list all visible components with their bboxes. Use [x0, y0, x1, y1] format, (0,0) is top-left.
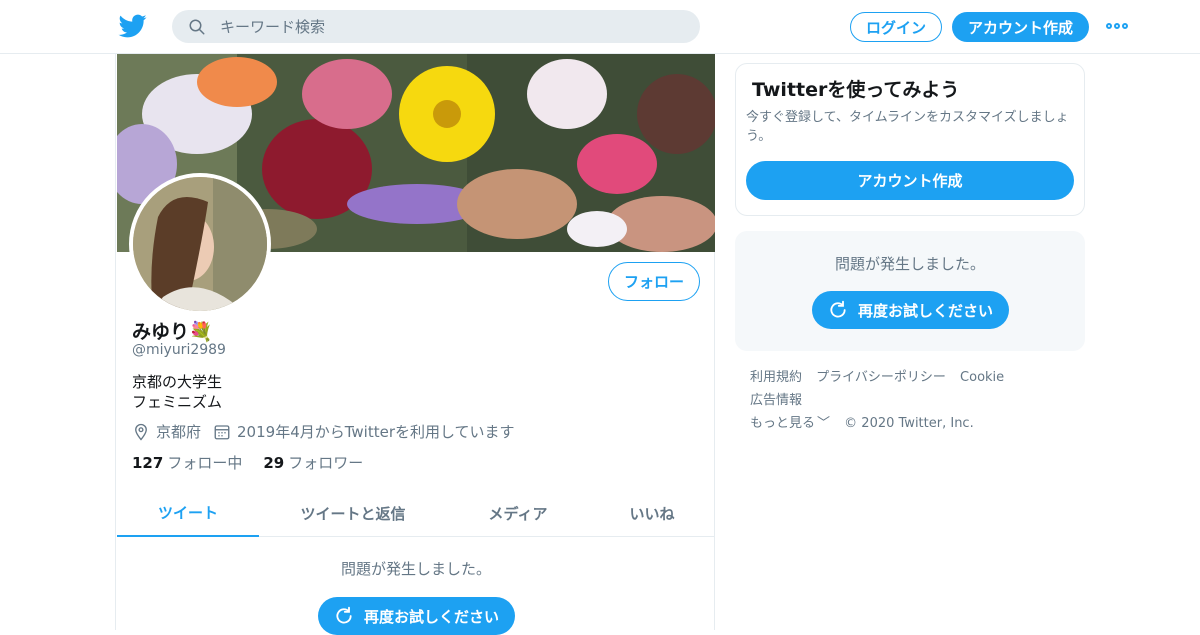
profile-follow-counts: 127 フォロー中 29 フォロワー [132, 452, 363, 473]
sidebar-footer: 利用規約 プライバシーポリシー Cookie 広告情報 もっと見る ﹀ © 202… [750, 366, 1080, 435]
bio-line: フェミニズム [132, 393, 223, 411]
follow-button[interactable]: フォロー [608, 262, 700, 301]
signup-card-title: Twitterを使ってみよう [752, 79, 960, 101]
sidebar-signup-button[interactable]: アカウント作成 [746, 161, 1074, 200]
search-input[interactable] [220, 17, 660, 36]
top-navigation-bar: ログイン アカウント作成 [0, 0, 1200, 54]
profile-bio: 京都の大学生 フェミニズム [132, 372, 222, 412]
location-pin-icon [135, 423, 147, 441]
signup-promo-card: Twitterを使ってみよう 今すぐ登録して、タイムラインをカスタマイズしましょ… [735, 63, 1085, 216]
profile-avatar[interactable] [129, 173, 271, 315]
profile-display-name: みゆり💐 [132, 321, 213, 343]
profile-meta: 京都府 2019年4月からTwitterを利用しています [132, 421, 515, 442]
footer-link-privacy[interactable]: プライバシーポリシー [816, 366, 946, 389]
refresh-icon [830, 300, 846, 318]
profile-column: フォロー みゆり💐 @miyuri2989 京都の大学生 フェミニズム 京都府 … [115, 54, 715, 635]
twitter-bird-icon[interactable] [118, 12, 148, 40]
search-bar[interactable] [172, 10, 700, 43]
footer-link-ads[interactable]: 広告情報 [750, 389, 802, 412]
login-button[interactable]: ログイン [850, 12, 942, 42]
sidebar-retry-button[interactable]: 再度お試しください [812, 291, 1009, 329]
search-icon [189, 19, 205, 34]
tab-tweets[interactable]: ツイート [117, 490, 259, 537]
more-options-icon[interactable] [1106, 20, 1130, 32]
refresh-icon [336, 606, 352, 624]
tab-likes[interactable]: いいね [589, 490, 715, 537]
profile-tabs: ツイート ツイートと返信 メディア いいね [117, 490, 715, 537]
followers-link[interactable]: 29 フォロワー [263, 452, 363, 473]
signup-button[interactable]: アカウント作成 [952, 12, 1089, 42]
tab-tweets-and-replies[interactable]: ツイートと返信 [259, 490, 447, 537]
footer-more-link[interactable]: もっと見る ﹀ [750, 412, 830, 435]
footer-link-cookie[interactable]: Cookie [960, 366, 1004, 389]
profile-location: 京都府 [156, 423, 202, 441]
timeline-error-message: 問題が発生しました。 [340, 560, 491, 578]
footer-link-terms[interactable]: 利用規約 [750, 366, 802, 389]
timeline-retry-button[interactable]: 再度お試しください [318, 597, 515, 635]
signup-card-subtitle: 今すぐ登録して、タイムラインをカスタマイズしましょう。 [746, 110, 1069, 144]
sidebar-error-message: 問題が発生しました。 [834, 255, 985, 273]
sidebar-error-panel: 問題が発生しました。 再度お試しください [735, 231, 1085, 351]
profile-joined-date: 2019年4月からTwitterを利用しています [237, 423, 515, 441]
chevron-down-icon: ﹀ [817, 416, 831, 431]
calendar-icon [214, 424, 230, 439]
tab-media[interactable]: メディア [447, 490, 589, 537]
bio-line: 京都の大学生 [132, 373, 223, 391]
following-link[interactable]: 127 フォロー中 [132, 452, 242, 473]
profile-handle: @miyuri2989 [132, 342, 226, 358]
footer-copyright: © 2020 Twitter, Inc. [844, 416, 974, 431]
